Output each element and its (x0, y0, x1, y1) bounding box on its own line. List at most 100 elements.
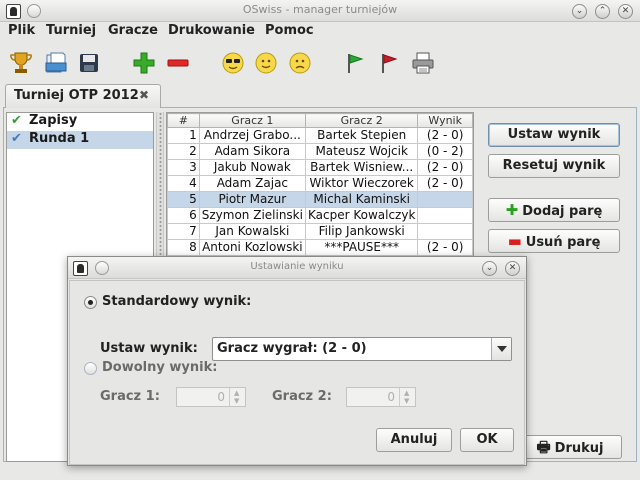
table-row[interactable]: 5 Piotr Mazur Michal Kaminski (167, 191, 473, 208)
player1-cell[interactable]: Jakub Nowak (198, 159, 306, 176)
column-header-player1[interactable]: Gracz 1 (198, 113, 306, 128)
player1-cell[interactable]: Szymon Zielinski (198, 207, 306, 224)
window-titlebar: OSwiss - manager turniejów ⌄ ⌃ ✕ (0, 0, 640, 22)
table-row[interactable]: 2 Adam Sikora Mateusz Wojcik (0 - 2) (167, 143, 473, 160)
result-cell[interactable]: (2 - 0) (417, 175, 473, 192)
cancel-button[interactable]: Anuluj (376, 428, 452, 452)
result-cell[interactable]: (2 - 0) (417, 159, 473, 176)
player2-cell[interactable]: Michal Kaminski (304, 191, 419, 208)
pair-number[interactable]: 3 (167, 159, 200, 176)
player2-cell[interactable]: Filip Jankowski (304, 223, 419, 240)
dialog-close-button[interactable]: ✕ (505, 261, 520, 276)
red-flag-icon[interactable] (376, 50, 402, 76)
custom-result-radio[interactable] (84, 362, 97, 375)
trophy-icon[interactable] (8, 50, 34, 76)
smile-face-icon[interactable] (253, 50, 279, 76)
player2-cell[interactable]: Mateusz Wojcik (304, 143, 419, 160)
table-row[interactable]: 7 Jan Kowalski Filip Jankowski (167, 223, 473, 240)
spinner-down-icon[interactable]: ▼ (404, 397, 409, 405)
player1-value: 0 (217, 390, 225, 404)
set-result-label: Ustaw wynik (507, 127, 601, 142)
player2-label: Gracz 2: (272, 389, 332, 404)
list-item-runda-1[interactable]: ✔ Runda 1 (7, 131, 153, 149)
result-cell[interactable] (417, 191, 473, 208)
menu-gracze[interactable]: Gracze (108, 23, 158, 38)
menu-drukowanie[interactable]: Drukowanie (168, 23, 255, 38)
set-result-field-label: Ustaw wynik: (100, 341, 198, 356)
result-cell[interactable]: (0 - 2) (417, 143, 473, 160)
table-row[interactable]: 6 Szymon Zielinski Kacper Kowalczyk (167, 207, 473, 224)
player2-cell[interactable]: Bartek Stepien (304, 127, 419, 144)
pair-number[interactable]: 1 (167, 127, 200, 144)
minimize-button[interactable]: ⌄ (572, 4, 587, 19)
spinner-arrows[interactable]: ▲ ▼ (399, 388, 415, 406)
add-player-icon[interactable] (131, 50, 157, 76)
result-select[interactable]: Gracz wygrał: (2 - 0) (212, 337, 512, 361)
table-row[interactable]: 3 Jakub Nowak Bartek Wisniew... (2 - 0) (167, 159, 473, 176)
menu-turniej[interactable]: Turniej (46, 23, 96, 38)
pair-number[interactable]: 5 (167, 191, 200, 208)
player1-cell[interactable]: Adam Zajac (198, 175, 306, 192)
print-button[interactable]: 🖶 Drukuj (518, 435, 622, 459)
player1-cell[interactable]: Antoni Kozlowski (198, 239, 306, 256)
pair-number[interactable]: 6 (167, 207, 200, 224)
sad-face-icon[interactable] (287, 50, 313, 76)
pair-number[interactable]: 8 (167, 239, 200, 256)
menu-plik[interactable]: Plik (8, 23, 35, 38)
tab-tournament[interactable]: Turniej OTP 2012 ✖ (5, 84, 161, 108)
standard-result-label: Standardowy wynik: (102, 294, 252, 309)
result-cell[interactable] (417, 207, 473, 224)
menu-pomoc[interactable]: Pomoc (265, 23, 314, 38)
tab-close-icon[interactable]: ✖ (139, 88, 149, 102)
chevron-down-icon[interactable] (491, 338, 511, 360)
player2-cell[interactable]: ***PAUSE*** (304, 239, 419, 256)
save-icon[interactable] (76, 50, 102, 76)
player2-cell[interactable]: Kacper Kowalczyk (304, 207, 419, 224)
player2-cell[interactable]: Wiktor Wieczorek (304, 175, 419, 192)
pair-number[interactable]: 7 (167, 223, 200, 240)
green-flag-icon[interactable] (342, 50, 368, 76)
ok-button[interactable]: OK (460, 428, 514, 452)
minus-icon: ▬ (507, 232, 522, 250)
table-row[interactable]: 1 Andrzej Grabo... Bartek Stepien (2 - 0) (167, 127, 473, 144)
set-result-button[interactable]: Ustaw wynik (488, 123, 620, 147)
printer-icon[interactable] (410, 50, 436, 76)
player1-cell[interactable]: Adam Sikora (198, 143, 306, 160)
player1-cell[interactable]: Andrzej Grabo... (198, 127, 306, 144)
player1-spinner[interactable]: 0 ▲ ▼ (176, 387, 246, 407)
custom-result-label: Dowolny wynik: (102, 360, 218, 375)
column-header-number[interactable]: # (167, 113, 200, 128)
pair-number[interactable]: 2 (167, 143, 200, 160)
list-item-zapisy[interactable]: ✔ Zapisy (7, 113, 153, 131)
list-item-label: Zapisy (29, 113, 78, 128)
player1-cell[interactable]: Jan Kowalski (198, 223, 306, 240)
check-icon: ✔ (11, 131, 22, 146)
pair-number[interactable]: 4 (167, 175, 200, 192)
add-pair-button[interactable]: ✚ Dodaj parę (488, 198, 620, 222)
open-icon[interactable] (43, 50, 69, 76)
remove-pair-button[interactable]: ▬ Usuń parę (488, 229, 620, 253)
table-row[interactable]: 4 Adam Zajac Wiktor Wieczorek (2 - 0) (167, 175, 473, 192)
table-row[interactable]: 8 Antoni Kozlowski ***PAUSE*** (2 - 0) (167, 239, 473, 256)
spinner-down-icon[interactable]: ▼ (234, 397, 239, 405)
standard-result-radio[interactable] (84, 296, 97, 309)
list-item-label: Runda 1 (29, 131, 90, 146)
reset-result-button[interactable]: Resetuj wynik (488, 154, 620, 178)
column-header-result[interactable]: Wynik (417, 113, 473, 128)
remove-player-icon[interactable] (165, 50, 191, 76)
dialog-minimize-button[interactable]: ⌄ (482, 261, 497, 276)
printer-icon: 🖶 (536, 438, 551, 456)
spinner-arrows[interactable]: ▲ ▼ (229, 388, 245, 406)
maximize-button[interactable]: ⌃ (595, 4, 610, 19)
spinner-up-icon[interactable]: ▲ (234, 389, 239, 397)
spinner-up-icon[interactable]: ▲ (404, 389, 409, 397)
column-header-player2[interactable]: Gracz 2 (304, 113, 419, 128)
player2-spinner[interactable]: 0 ▲ ▼ (346, 387, 416, 407)
result-cell[interactable] (417, 223, 473, 240)
result-cell[interactable]: (2 - 0) (417, 127, 473, 144)
cool-face-icon[interactable] (220, 50, 246, 76)
player2-cell[interactable]: Bartek Wisniew... (304, 159, 419, 176)
result-cell[interactable]: (2 - 0) (417, 239, 473, 256)
close-button[interactable]: ✕ (618, 4, 633, 19)
player1-cell[interactable]: Piotr Mazur (198, 191, 306, 208)
